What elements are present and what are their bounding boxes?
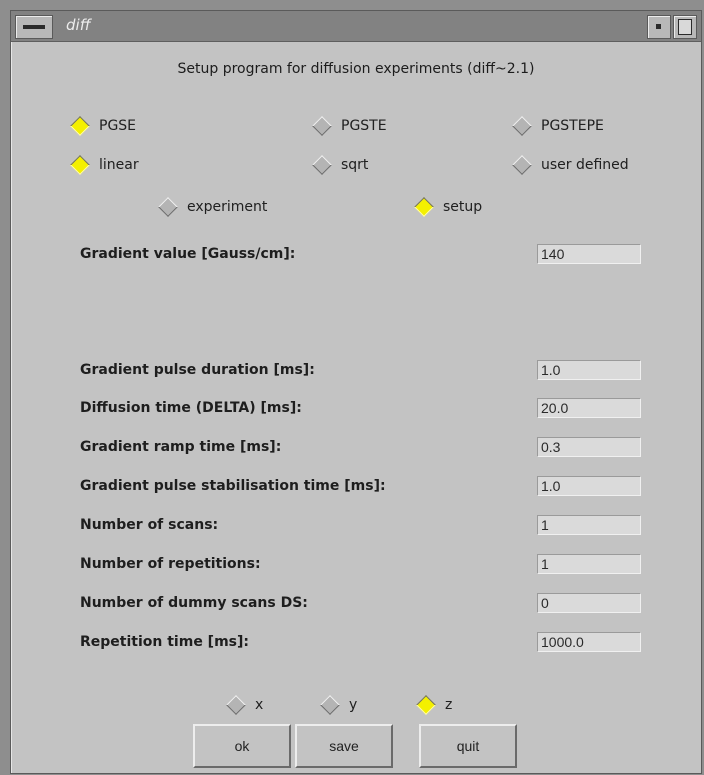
pulse-duration-input[interactable] — [537, 360, 641, 380]
ramp-time-input[interactable] — [537, 437, 641, 457]
radio-linear[interactable]: linear — [69, 153, 139, 177]
page-heading: Setup program for diffusion experiments … — [177, 61, 535, 77]
radio-diamond-icon — [312, 116, 332, 136]
radio-diamond-icon — [226, 695, 246, 715]
gradient-value-input[interactable] — [537, 244, 641, 264]
radio-setup[interactable]: setup — [413, 195, 482, 219]
num-repetitions-input[interactable] — [537, 554, 641, 574]
radio-diamond-icon — [320, 695, 340, 715]
title-bar[interactable]: diff — [11, 11, 701, 42]
dummy-scans-input[interactable] — [537, 593, 641, 613]
maximize-icon — [678, 19, 692, 35]
num-scans-label: Number of scans: — [80, 517, 219, 533]
radio-label: x — [255, 697, 264, 713]
gradient-value-label: Gradient value [Gauss/cm]: — [80, 246, 296, 262]
radio-diamond-icon — [312, 155, 332, 175]
ok-button[interactable]: ok — [193, 724, 291, 768]
radio-label: PGSTE — [341, 118, 387, 134]
window-title: diff — [66, 16, 91, 34]
radio-diamond-icon — [70, 155, 90, 175]
save-button[interactable]: save — [295, 724, 393, 768]
radio-diamond-icon — [414, 197, 434, 217]
radio-axis-z[interactable]: z — [415, 693, 452, 717]
radio-user-defined[interactable]: user defined — [511, 153, 629, 177]
repetition-time-input[interactable] — [537, 632, 641, 652]
diffusion-time-input[interactable] — [537, 398, 641, 418]
stabilisation-time-label: Gradient pulse stabilisation time [ms]: — [80, 478, 386, 494]
radio-diamond-icon — [416, 695, 436, 715]
num-repetitions-label: Number of repetitions: — [80, 556, 261, 572]
radio-diamond-icon — [512, 116, 532, 136]
radio-label: PGSTEPE — [541, 118, 604, 134]
radio-pgse[interactable]: PGSE — [69, 114, 136, 138]
radio-label: PGSE — [99, 118, 137, 134]
radio-axis-y[interactable]: y — [319, 693, 357, 717]
radio-diamond-icon — [70, 116, 90, 136]
radio-diamond-icon — [158, 197, 178, 217]
radio-label: experiment — [187, 199, 268, 215]
radio-experiment[interactable]: experiment — [157, 195, 267, 219]
num-scans-input[interactable] — [537, 515, 641, 535]
radio-label: user defined — [541, 157, 629, 173]
minimize-icon — [656, 24, 661, 29]
window-menu-button[interactable] — [15, 15, 53, 39]
quit-button[interactable]: quit — [419, 724, 517, 768]
menu-bar-icon — [23, 25, 45, 29]
minimize-button[interactable] — [647, 15, 671, 39]
radio-pgstepe[interactable]: PGSTEPE — [511, 114, 604, 138]
dummy-scans-label: Number of dummy scans DS: — [80, 595, 308, 611]
radio-label: setup — [443, 199, 483, 215]
repetition-time-label: Repetition time [ms]: — [80, 634, 249, 650]
maximize-button[interactable] — [673, 15, 697, 39]
radio-axis-x[interactable]: x — [225, 693, 263, 717]
stabilisation-time-input[interactable] — [537, 476, 641, 496]
radio-label: sqrt — [341, 157, 369, 173]
ramp-time-label: Gradient ramp time [ms]: — [80, 439, 282, 455]
radio-pgste[interactable]: PGSTE — [311, 114, 387, 138]
pulse-duration-label: Gradient pulse duration [ms]: — [80, 362, 315, 378]
radio-label: linear — [99, 157, 139, 173]
radio-sqrt[interactable]: sqrt — [311, 153, 368, 177]
diff-window: diff Setup program for diffusion experim… — [10, 10, 702, 774]
radio-diamond-icon — [512, 155, 532, 175]
diffusion-time-label: Diffusion time (DELTA) [ms]: — [80, 400, 302, 416]
radio-label: z — [445, 697, 453, 713]
radio-label: y — [349, 697, 358, 713]
